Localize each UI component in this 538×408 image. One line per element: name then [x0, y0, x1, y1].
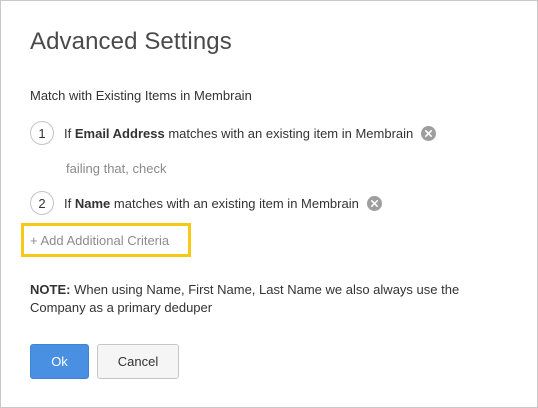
close-circle-icon[interactable] — [421, 125, 437, 141]
rule-number-badge: 2 — [30, 191, 54, 215]
rule-suffix: matches with an existing item in Membrai… — [113, 195, 359, 211]
ok-button[interactable]: Ok — [30, 344, 89, 379]
add-additional-criteria-link[interactable]: + Add Additional Criteria — [21, 223, 191, 257]
match-subtitle: Match with Existing Items in Membrain — [30, 88, 252, 103]
rule-field: Name — [74, 195, 111, 211]
advanced-settings-dialog: Advanced Settings Match with Existing It… — [0, 0, 538, 408]
rule-field: Email Address — [74, 125, 165, 141]
match-rule-2: 2 If Name matches with an existing item … — [30, 189, 382, 217]
note-label: NOTE: — [30, 282, 71, 297]
rule-text: If Name matches with an existing item in… — [64, 196, 359, 211]
match-rule-1: 1 If Email Address matches with an exist… — [30, 119, 437, 147]
add-criteria-label: + Add Additional Criteria — [30, 232, 170, 248]
cancel-button[interactable]: Cancel — [97, 344, 179, 379]
fallback-text: failing that, check — [66, 161, 167, 176]
dialog-title: Advanced Settings — [30, 28, 232, 55]
deduper-note: NOTE: When using Name, First Name, Last … — [30, 281, 500, 317]
rule-text: If Email Address matches with an existin… — [64, 126, 413, 141]
close-circle-icon[interactable] — [366, 195, 382, 211]
rule-suffix: matches with an existing item in Membrai… — [168, 125, 414, 141]
rule-number-badge: 1 — [30, 121, 54, 145]
note-text: When using Name, First Name, Last Name w… — [30, 282, 460, 315]
